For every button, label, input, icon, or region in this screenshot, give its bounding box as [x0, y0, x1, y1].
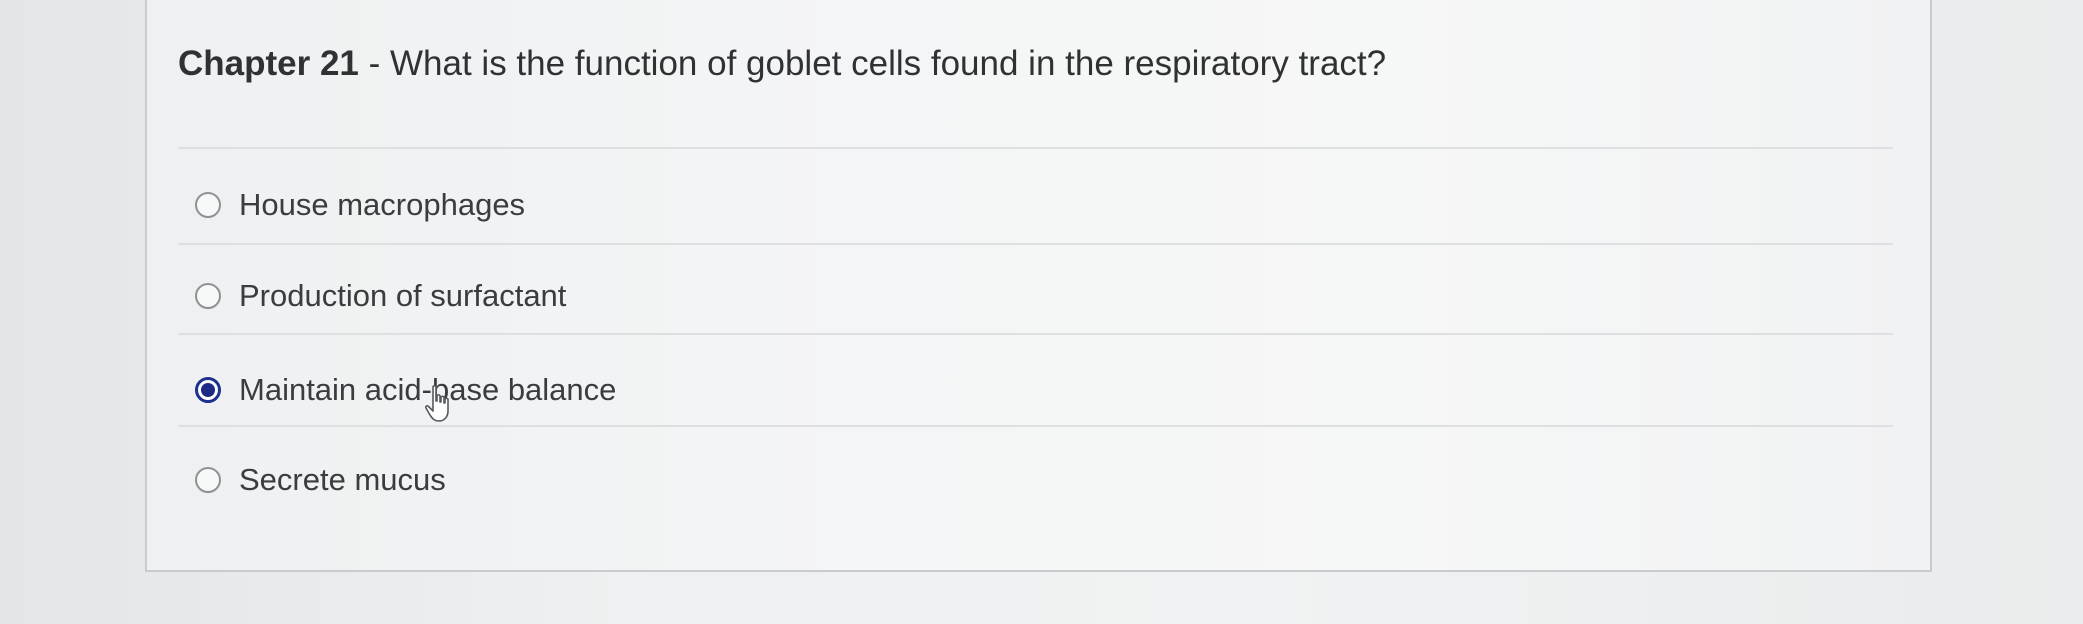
radio-button[interactable]: [195, 192, 221, 218]
divider: [178, 425, 1893, 427]
radio-button[interactable]: [195, 467, 221, 493]
divider: [178, 333, 1893, 335]
divider: [178, 243, 1893, 245]
radio-button-selected[interactable]: [195, 377, 221, 403]
question-text: What is the function of goblet cells fou…: [390, 44, 1387, 83]
radio-button[interactable]: [195, 283, 221, 309]
answer-option-2[interactable]: Production of surfactant: [195, 276, 566, 316]
option-label: Production of surfactant: [239, 278, 567, 313]
title-separator: -: [358, 44, 391, 83]
chapter-label: Chapter 21: [178, 44, 359, 83]
hand-pointer-icon: [424, 385, 449, 422]
option-label: Secrete mucus: [239, 462, 446, 497]
option-label: House macrophages: [239, 187, 526, 222]
radio-dot: [201, 383, 215, 397]
answer-option-4[interactable]: Secrete mucus: [195, 460, 446, 500]
answer-option-1[interactable]: House macrophages: [195, 185, 525, 225]
answer-option-3[interactable]: Maintain acid-base balance: [195, 370, 616, 410]
divider: [178, 147, 1893, 149]
question-title: Chapter 21 - What is the function of gob…: [178, 44, 1386, 84]
